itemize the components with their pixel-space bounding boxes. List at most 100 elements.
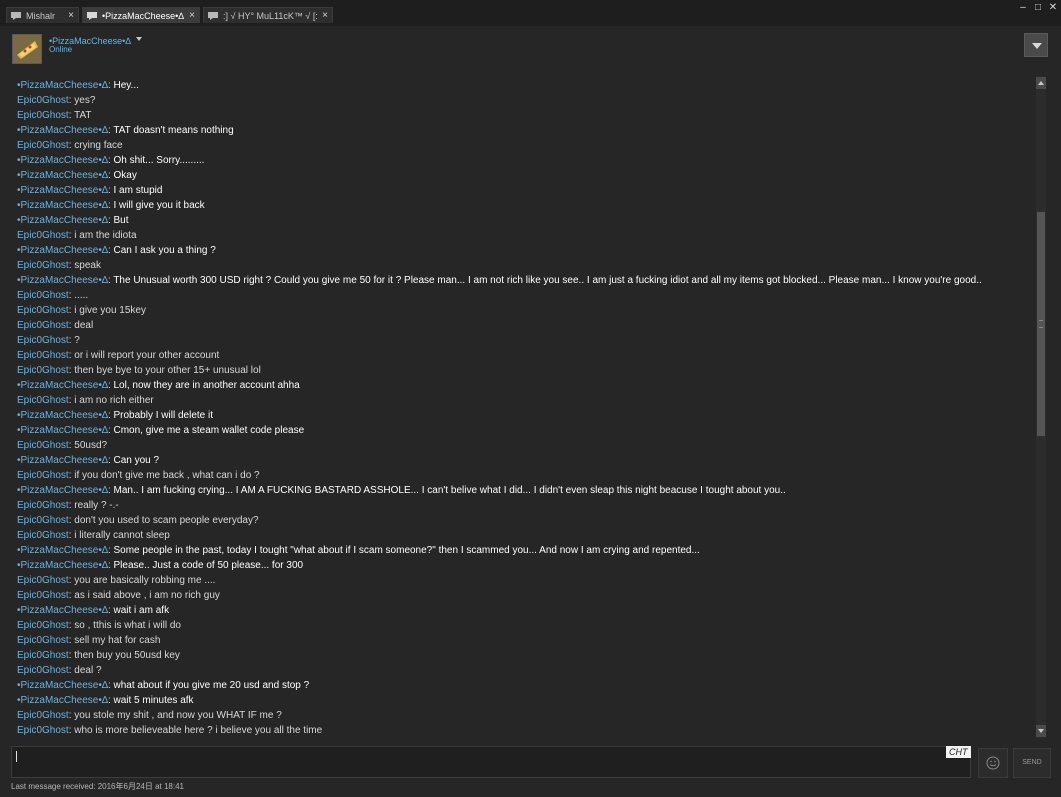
scroll-down-button[interactable] xyxy=(1036,725,1046,737)
message-sender[interactable]: •PizzaMacCheese•∆ xyxy=(17,80,108,91)
tab-mishalr[interactable]: Mishalr × xyxy=(6,7,79,23)
message-sender[interactable]: •PizzaMacCheese•∆ xyxy=(17,125,108,136)
message-text: as i said above , i am no rich guy xyxy=(74,590,220,601)
message-text: Can I ask you a thing ? xyxy=(113,245,216,256)
message-sender[interactable]: Epic0Ghost xyxy=(17,470,69,481)
message-sender[interactable]: Epic0Ghost xyxy=(17,140,69,151)
avatar[interactable] xyxy=(12,34,42,64)
message-input[interactable] xyxy=(11,746,971,778)
close-window-icon[interactable]: ✕ xyxy=(1046,2,1060,14)
message-sender[interactable]: Epic0Ghost xyxy=(17,95,69,106)
message-text: Some people in the past, today I tought … xyxy=(113,545,700,556)
chat-bubble-icon xyxy=(87,11,97,20)
tab-hy-mul11ck[interactable]: :] √ HY° MuL11cK™ √ [: × xyxy=(203,7,333,23)
message-sender[interactable]: Epic0Ghost xyxy=(17,305,69,316)
message-sender[interactable]: Epic0Ghost xyxy=(17,230,69,241)
tab-close-icon[interactable]: × xyxy=(68,10,74,21)
message-text: wait i am afk xyxy=(113,605,170,616)
last-message-received: Last message received: 2016年6月24日 at 18:… xyxy=(11,782,184,791)
send-button[interactable]: SEND xyxy=(1013,748,1051,778)
message-sender[interactable]: •PizzaMacCheese•∆ xyxy=(17,170,108,181)
message-sender[interactable]: Epic0Ghost xyxy=(17,725,69,736)
message-sender[interactable]: Epic0Ghost xyxy=(17,575,69,586)
message-sender[interactable]: Epic0Ghost xyxy=(17,650,69,661)
message-text: you stole my shit , and now you WHAT IF … xyxy=(74,710,282,721)
scroll-up-button[interactable] xyxy=(1036,77,1046,89)
message-sender[interactable]: •PizzaMacCheese•∆ xyxy=(17,560,108,571)
chat-message: Epic0Ghost: sell my hat for cash xyxy=(17,633,160,648)
message-text: i am the idiota xyxy=(74,230,137,241)
chat-message: •PizzaMacCheese•∆: Please.. Just a code … xyxy=(17,558,303,573)
friend-status: Online xyxy=(49,45,73,54)
message-sender[interactable]: Epic0Ghost xyxy=(17,620,69,631)
message-sender[interactable]: Epic0Ghost xyxy=(17,635,69,646)
message-sender[interactable]: •PizzaMacCheese•∆ xyxy=(17,425,108,436)
minimize-icon[interactable]: – xyxy=(1016,2,1030,14)
message-sender[interactable]: Epic0Ghost xyxy=(17,665,69,676)
scrollbar-grip-icon xyxy=(1039,320,1043,328)
message-sender[interactable]: •PizzaMacCheese•∆ xyxy=(17,545,108,556)
chat-message: Epic0Ghost: TAT xyxy=(17,108,92,123)
chat-message: Epic0Ghost: deal xyxy=(17,318,93,333)
message-sender[interactable]: •PizzaMacCheese•∆ xyxy=(17,485,108,496)
message-sender[interactable]: •PizzaMacCheese•∆ xyxy=(17,680,108,691)
message-sender[interactable]: •PizzaMacCheese•∆ xyxy=(17,155,108,166)
chat-bubble-icon xyxy=(11,11,21,20)
chat-message: Epic0Ghost: ..... xyxy=(17,288,88,303)
message-sender[interactable]: •PizzaMacCheese•∆ xyxy=(17,275,108,286)
message-sender[interactable]: •PizzaMacCheese•∆ xyxy=(17,380,108,391)
emoticon-button[interactable] xyxy=(978,748,1008,778)
message-sender[interactable]: •PizzaMacCheese•∆ xyxy=(17,410,108,421)
message-sender[interactable]: Epic0Ghost xyxy=(17,710,69,721)
chat-log[interactable]: •PizzaMacCheese•∆: Hey... Epic0Ghost: yes… xyxy=(0,70,1034,742)
message-sender[interactable]: •PizzaMacCheese•∆ xyxy=(17,695,108,706)
ime-indicator: CHT xyxy=(946,746,971,758)
message-text: speak xyxy=(74,260,101,271)
message-sender[interactable]: Epic0Ghost xyxy=(17,365,69,376)
message-sender[interactable]: Epic0Ghost xyxy=(17,500,69,511)
message-sender[interactable]: Epic0Ghost xyxy=(17,260,69,271)
chat-message: Epic0Ghost: i literally cannot sleep xyxy=(17,528,170,543)
message-text: or i will report your other account xyxy=(74,350,220,361)
message-text: TAT doasn't means nothing xyxy=(113,125,234,136)
chat-message: •PizzaMacCheese•∆: Can you ? xyxy=(17,453,159,468)
tab-pizzamaccheese[interactable]: •PizzaMacCheese•∆ × xyxy=(82,7,200,23)
chat-header: •PizzaMacCheese•∆ Online xyxy=(0,26,1061,70)
message-text: Man.. I am fucking crying... I AM A FUCK… xyxy=(113,485,786,496)
message-text: Hey... xyxy=(113,80,139,91)
message-sender[interactable]: •PizzaMacCheese•∆ xyxy=(17,200,108,211)
chat-message: Epic0Ghost: so , tthis is what i will do xyxy=(17,618,181,633)
message-text: crying face xyxy=(74,140,123,151)
options-menu-button[interactable] xyxy=(1024,33,1048,57)
message-text: ..... xyxy=(74,290,89,301)
message-text: don't you used to scam people everyday? xyxy=(74,515,259,526)
message-sender[interactable]: Epic0Ghost xyxy=(17,110,69,121)
chat-message: •PizzaMacCheese•∆: TAT doasn't means not… xyxy=(17,123,234,138)
chat-message: Epic0Ghost: you stole my shit , and now … xyxy=(17,708,282,723)
tab-label: :] √ HY° MuL11cK™ √ [: xyxy=(223,10,318,21)
message-sender[interactable]: Epic0Ghost xyxy=(17,350,69,361)
maximize-icon[interactable]: □ xyxy=(1031,2,1045,14)
message-text: 50usd? xyxy=(74,440,108,451)
chat-message: •PizzaMacCheese•∆: Okay xyxy=(17,168,137,183)
tab-close-icon[interactable]: × xyxy=(189,10,195,21)
message-sender[interactable]: •PizzaMacCheese•∆ xyxy=(17,245,108,256)
message-sender[interactable]: Epic0Ghost xyxy=(17,290,69,301)
message-sender[interactable]: Epic0Ghost xyxy=(17,395,69,406)
chat-message: •PizzaMacCheese•∆: Hey... xyxy=(17,78,139,93)
chat-message: Epic0Ghost: yes? xyxy=(17,93,95,108)
message-sender[interactable]: •PizzaMacCheese•∆ xyxy=(17,455,108,466)
message-sender[interactable]: •PizzaMacCheese•∆ xyxy=(17,185,108,196)
message-sender[interactable]: Epic0Ghost xyxy=(17,515,69,526)
message-sender[interactable]: Epic0Ghost xyxy=(17,530,69,541)
message-sender[interactable]: Epic0Ghost xyxy=(17,320,69,331)
message-sender[interactable]: Epic0Ghost xyxy=(17,590,69,601)
message-text: The Unusual worth 300 USD right ? Could … xyxy=(113,275,982,286)
chevron-down-icon[interactable] xyxy=(136,37,142,41)
message-text: wait 5 minutes afk xyxy=(113,695,194,706)
message-sender[interactable]: Epic0Ghost xyxy=(17,440,69,451)
message-sender[interactable]: •PizzaMacCheese•∆ xyxy=(17,215,108,226)
message-sender[interactable]: •PizzaMacCheese•∆ xyxy=(17,605,108,616)
message-sender[interactable]: Epic0Ghost xyxy=(17,335,69,346)
tab-close-icon[interactable]: × xyxy=(322,10,328,21)
